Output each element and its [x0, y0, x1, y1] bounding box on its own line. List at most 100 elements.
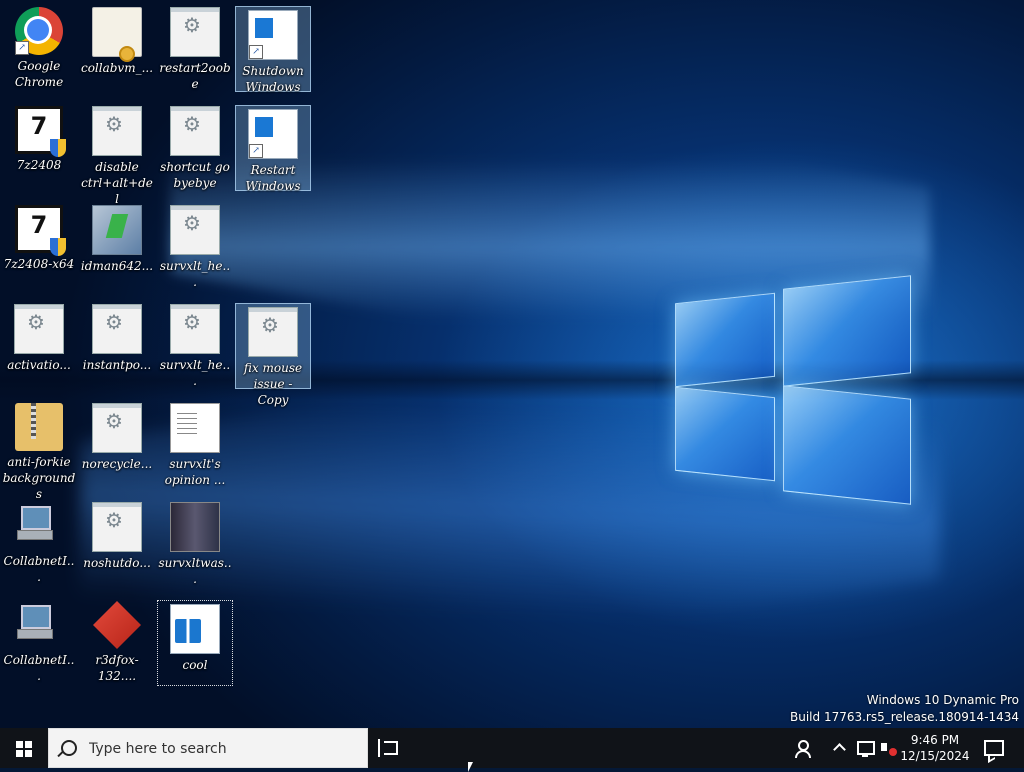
7zip-installer-icon: 7: [15, 106, 66, 157]
desktop-icon-label: idman642...: [80, 259, 154, 273]
wallpaper-windows-logo: [675, 270, 915, 510]
desktop-icon-collabnet-2[interactable]: CollabnetI...: [1, 598, 77, 684]
desktop-icon-label: cool: [182, 658, 208, 672]
watermark-build: Build 17763.rs5_release.180914-1434: [790, 710, 1019, 724]
script-icon: [170, 106, 220, 156]
desktop[interactable]: ↗ Google Chrome 7 7z2408 7 7z2408-x64 ac…: [0, 0, 1024, 728]
desktop-icon-label: anti-forkie backgrounds: [2, 455, 76, 501]
clock-date: 12/15/2024: [900, 749, 970, 763]
network-computer-icon: [15, 601, 63, 649]
desktop-icon-label: shortcut go byebye: [160, 160, 230, 190]
desktop-icon-label: restart2oobe: [159, 61, 231, 91]
windows-version-watermark: Windows 10 Dynamic Pro Build 17763.rs5_r…: [790, 692, 1019, 726]
desktop-icon-label: disable ctrl+alt+del: [81, 160, 153, 206]
network-computer-icon: [15, 502, 63, 550]
desktop-icon-instantpo[interactable]: instantpo...: [79, 301, 155, 387]
script-icon: [14, 304, 64, 354]
script-icon: [92, 403, 142, 453]
desktop-icon-7z2408-x64[interactable]: 7 7z2408-x64: [1, 202, 77, 288]
windows-logo-icon: [16, 741, 32, 757]
script-icon: [92, 106, 142, 156]
desktop-icon-label: fix mouse issue - Copy: [243, 361, 303, 407]
desktop-icon-survxltwas[interactable]: survxltwas...: [157, 499, 233, 586]
taskbar-search-box[interactable]: [48, 728, 368, 768]
logo-pane: [783, 385, 911, 505]
desktop-icon-activation[interactable]: activatio...: [1, 301, 77, 387]
task-view-button[interactable]: [376, 728, 408, 768]
desktop-icon-label: noshutdo...: [83, 556, 151, 570]
search-icon: [61, 740, 77, 756]
desktop-icon-label: survxlt's opinion ...: [164, 457, 226, 487]
script-icon: [170, 7, 220, 57]
desktop-icon-survxlt-he-2[interactable]: survxlt_he...: [157, 301, 233, 388]
registry-file-icon: [170, 604, 220, 654]
desktop-icon-label: activatio...: [7, 358, 71, 372]
desktop-icon-anti-forkie-backgrounds[interactable]: anti-forkie backgrounds: [1, 400, 77, 501]
desktop-icon-restart-windows[interactable]: ↗ Restart Windows: [235, 105, 311, 193]
clock-time: 9:46 PM: [910, 733, 960, 747]
desktop-icon-survxlt-opinion[interactable]: survxlt's opinion ...: [157, 400, 233, 487]
desktop-icon-label: 7z2408: [16, 158, 62, 172]
network-icon[interactable]: [854, 728, 876, 768]
image-thumbnail-icon: [170, 502, 220, 552]
desktop-icon-label: Shutdown Windows: [242, 64, 304, 94]
desktop-icon-norecycle[interactable]: norecycle...: [79, 400, 155, 486]
volume-muted-icon[interactable]: [878, 728, 900, 768]
desktop-icon-label: Restart Windows: [245, 163, 301, 193]
script-icon: [92, 304, 142, 354]
start-button[interactable]: [0, 728, 48, 768]
desktop-icon-google-chrome[interactable]: ↗ Google Chrome: [1, 4, 77, 90]
desktop-icon-fix-mouse-issue-copy[interactable]: fix mouse issue - Copy: [235, 303, 311, 407]
desktop-icon-label: r3dfox-132....: [95, 653, 139, 683]
desktop-icon-label: collabvm_...: [80, 61, 154, 75]
people-icon[interactable]: [792, 728, 816, 768]
action-center-icon[interactable]: [978, 728, 1008, 768]
r3dfox-icon: [93, 601, 141, 649]
shortcut-arrow-icon: ↗: [249, 45, 263, 59]
taskbar-clock[interactable]: 9:46 PM 12/15/2024: [900, 728, 970, 768]
desktop-icon-label: CollabnetI...: [3, 554, 75, 584]
shortcut-arrow-icon: ↗: [249, 144, 263, 158]
window-shortcut-icon: ↗: [248, 109, 298, 159]
desktop-icon-noshutdo[interactable]: noshutdo...: [79, 499, 155, 585]
desktop-icon-restart2oobe[interactable]: restart2oobe: [157, 4, 233, 91]
mouse-cursor-icon: [468, 762, 473, 772]
desktop-icon-label: survxlt_he...: [159, 259, 231, 289]
watermark-edition: Windows 10 Dynamic Pro: [866, 693, 1019, 707]
7zip-installer-icon: 7: [15, 205, 66, 256]
taskbar: 9:46 PM 12/15/2024: [0, 728, 1024, 768]
script-icon: [92, 502, 142, 552]
chrome-icon: ↗: [15, 7, 63, 55]
text-document-icon: [170, 403, 220, 453]
chevron-up-icon[interactable]: [830, 728, 850, 768]
script-icon: [170, 304, 220, 354]
search-input[interactable]: [87, 737, 361, 761]
desktop-icon-shutdown-windows[interactable]: ↗ Shutdown Windows: [235, 6, 311, 94]
script-icon: [170, 205, 220, 255]
certificate-icon: [92, 7, 142, 62]
desktop-icon-label: Google Chrome: [14, 59, 64, 89]
script-icon: [248, 307, 298, 357]
shortcut-arrow-icon: ↗: [15, 41, 29, 55]
installer-icon: [92, 205, 142, 255]
desktop-icon-label: norecycle...: [81, 457, 153, 471]
desktop-icon-disable-ctrl-alt-del[interactable]: disable ctrl+alt+del: [79, 103, 155, 206]
desktop-icon-collabvm[interactable]: collabvm_...: [79, 4, 155, 90]
desktop-icon-shortcut-go-byebye[interactable]: shortcut go byebye: [157, 103, 233, 190]
desktop-icon-label: 7z2408-x64: [3, 257, 75, 271]
desktop-icon-label: instantpo...: [82, 358, 152, 372]
desktop-icon-idman[interactable]: idman642...: [79, 202, 155, 288]
desktop-icon-survxlt-he-1[interactable]: survxlt_he...: [157, 202, 233, 289]
logo-pane: [675, 386, 775, 482]
desktop-icon-cool[interactable]: cool: [157, 600, 233, 686]
desktop-icon-7z2408[interactable]: 7 7z2408: [1, 103, 77, 189]
zip-folder-icon: [15, 403, 63, 451]
desktop-icon-r3dfox[interactable]: r3dfox-132....: [79, 598, 155, 684]
window-shortcut-icon: ↗: [248, 10, 298, 60]
desktop-icon-label: CollabnetI...: [3, 653, 75, 683]
logo-pane: [783, 275, 911, 387]
desktop-icon-collabnet-1[interactable]: CollabnetI...: [1, 499, 77, 585]
logo-pane: [675, 292, 775, 388]
task-view-icon: [378, 739, 398, 757]
desktop-icon-label: survxlt_he...: [159, 358, 231, 388]
